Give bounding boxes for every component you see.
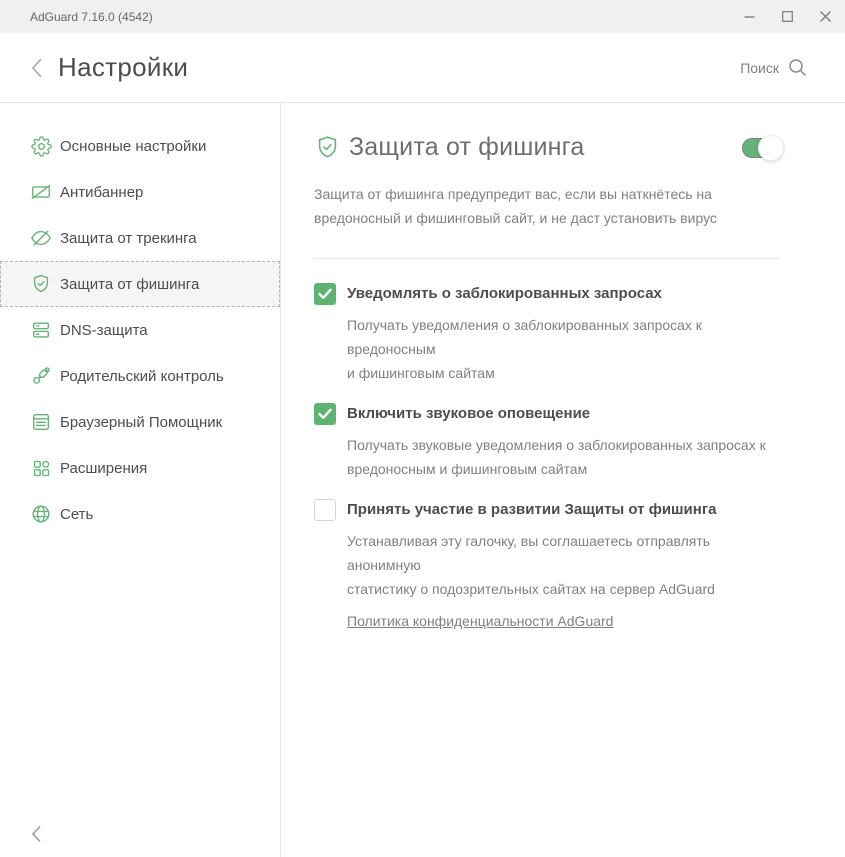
sidebar-item-label: Защита от трекинга bbox=[60, 229, 197, 247]
sidebar-item-network[interactable]: Сеть bbox=[0, 491, 280, 537]
option-label[interactable]: Принять участие в развитии Защиты от фиш… bbox=[347, 499, 779, 521]
sidebar-item-label: Основные настройки bbox=[60, 137, 207, 155]
sidebar-item-general-settings[interactable]: Основные настройки bbox=[0, 123, 280, 169]
maximize-icon[interactable] bbox=[781, 11, 793, 23]
settings-header: Настройки Поиск bbox=[0, 33, 845, 103]
sound-notification-checkbox[interactable] bbox=[314, 403, 336, 425]
phishing-protection-toggle[interactable] bbox=[742, 134, 784, 161]
gear-icon bbox=[30, 135, 52, 157]
browser-icon bbox=[30, 411, 52, 433]
option-description: Получать уведомления о заблокированных з… bbox=[347, 317, 702, 381]
notify-blocked-checkbox[interactable] bbox=[314, 283, 336, 305]
toggle-knob bbox=[758, 134, 784, 161]
page-title: Настройки bbox=[58, 52, 189, 82]
pacifier-icon bbox=[30, 365, 52, 387]
dns-server-icon bbox=[30, 319, 52, 341]
eye-off-icon bbox=[30, 227, 52, 249]
sidebar-item-label: Антибаннер bbox=[60, 183, 144, 201]
option-description: Устанавливая эту галочку, вы соглашаетес… bbox=[347, 533, 715, 597]
sidebar-item-tracking-protection[interactable]: Защита от трекинга bbox=[0, 215, 280, 261]
section-title: Защита от фишинга bbox=[349, 133, 585, 161]
privacy-policy-link[interactable]: Политика конфиденциальности AdGuard bbox=[347, 613, 613, 629]
shield-check-icon bbox=[314, 134, 341, 161]
sidebar-item-label: Сеть bbox=[60, 505, 94, 523]
sidebar-item-parental-control[interactable]: Родительский контроль bbox=[0, 353, 280, 399]
window-titlebar: AdGuard 7.16.0 (4542) bbox=[0, 0, 845, 33]
phishing-protection-panel: Защита от фишинга Защита от фишинга пред… bbox=[281, 103, 845, 857]
search-label: Поиск bbox=[740, 59, 779, 76]
globe-icon bbox=[30, 503, 52, 525]
participate-development-checkbox[interactable] bbox=[314, 499, 336, 521]
sidebar-item-antibanner[interactable]: Антибаннер bbox=[0, 169, 280, 215]
search-button[interactable]: Поиск bbox=[740, 58, 807, 77]
minimize-icon[interactable] bbox=[743, 11, 755, 23]
option-participate-development: Принять участие в развитии Защиты от фиш… bbox=[314, 499, 779, 631]
section-divider bbox=[314, 258, 779, 259]
shield-check-icon bbox=[30, 273, 52, 295]
close-icon[interactable] bbox=[819, 11, 831, 23]
sidebar-item-label: Расширения bbox=[60, 459, 148, 477]
sidebar-item-label: Родительский контроль bbox=[60, 367, 224, 385]
sidebar-item-label: Браузерный Помощник bbox=[60, 413, 223, 431]
sidebar-item-extensions[interactable]: Расширения bbox=[0, 445, 280, 491]
section-description: Защита от фишинга предупредит вас, если … bbox=[314, 186, 717, 226]
option-description: Получать звуковые уведомления о заблокир… bbox=[347, 437, 766, 477]
back-icon[interactable] bbox=[30, 56, 48, 80]
collapse-sidebar-icon[interactable] bbox=[30, 825, 46, 843]
sidebar-item-phishing-protection[interactable]: Защита от фишинга bbox=[0, 261, 280, 307]
option-sound-notification: Включить звуковое оповещение Получать зв… bbox=[314, 403, 779, 481]
option-label[interactable]: Включить звуковое оповещение bbox=[347, 403, 766, 425]
extensions-icon bbox=[30, 457, 52, 479]
sidebar-item-browser-assistant[interactable]: Браузерный Помощник bbox=[0, 399, 280, 445]
sidebar-item-label: Защита от фишинга bbox=[60, 275, 200, 293]
antibanner-icon bbox=[30, 181, 52, 203]
option-label[interactable]: Уведомлять о заблокированных запросах bbox=[347, 283, 779, 305]
window-title: AdGuard 7.16.0 (4542) bbox=[30, 9, 153, 24]
settings-sidebar: Основные настройки Антибаннер Защита от … bbox=[0, 103, 281, 857]
sidebar-item-dns-protection[interactable]: DNS-защита bbox=[0, 307, 280, 353]
sidebar-item-label: DNS-защита bbox=[60, 321, 148, 339]
search-icon bbox=[788, 58, 807, 77]
option-notify-blocked-requests: Уведомлять о заблокированных запросах По… bbox=[314, 283, 779, 385]
